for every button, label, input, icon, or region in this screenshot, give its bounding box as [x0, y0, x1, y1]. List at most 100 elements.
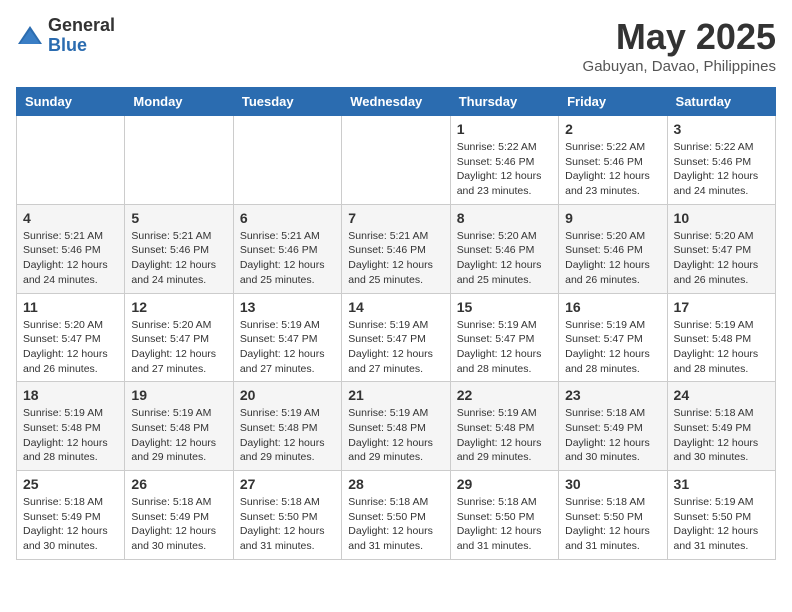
day-info: Sunrise: 5:21 AM Sunset: 5:46 PM Dayligh… [348, 229, 443, 288]
month-title: May 2025 [583, 16, 776, 58]
day-number: 2 [565, 121, 660, 137]
calendar-cell: 16Sunrise: 5:19 AM Sunset: 5:47 PM Dayli… [559, 293, 667, 382]
day-info: Sunrise: 5:21 AM Sunset: 5:46 PM Dayligh… [240, 229, 335, 288]
day-info: Sunrise: 5:19 AM Sunset: 5:47 PM Dayligh… [240, 318, 335, 377]
day-number: 3 [674, 121, 769, 137]
day-info: Sunrise: 5:18 AM Sunset: 5:50 PM Dayligh… [457, 495, 552, 554]
day-number: 9 [565, 210, 660, 226]
day-info: Sunrise: 5:21 AM Sunset: 5:46 PM Dayligh… [131, 229, 226, 288]
logo-icon [16, 22, 44, 50]
day-number: 8 [457, 210, 552, 226]
day-number: 16 [565, 299, 660, 315]
day-number: 1 [457, 121, 552, 137]
day-info: Sunrise: 5:22 AM Sunset: 5:46 PM Dayligh… [565, 140, 660, 199]
day-number: 27 [240, 476, 335, 492]
header-sunday: Sunday [17, 88, 125, 116]
day-number: 24 [674, 387, 769, 403]
calendar-cell [233, 116, 341, 205]
header-monday: Monday [125, 88, 233, 116]
calendar-cell: 22Sunrise: 5:19 AM Sunset: 5:48 PM Dayli… [450, 382, 558, 471]
calendar-cell: 4 Sunrise: 5:21 AM Sunset: 5:46 PM Daylig… [17, 204, 125, 293]
calendar-cell: 12Sunrise: 5:20 AM Sunset: 5:47 PM Dayli… [125, 293, 233, 382]
day-info: Sunrise: 5:20 AM Sunset: 5:46 PM Dayligh… [565, 229, 660, 288]
calendar-cell: 27 Sunrise: 5:18 AM Sunset: 5:50 PM Dayli… [233, 471, 341, 560]
day-info: Sunrise: 5:19 AM Sunset: 5:48 PM Dayligh… [457, 406, 552, 465]
calendar-cell: 5 Sunrise: 5:21 AM Sunset: 5:46 PM Daylig… [125, 204, 233, 293]
day-info: Sunrise: 5:20 AM Sunset: 5:47 PM Dayligh… [23, 318, 118, 377]
day-info: Sunrise: 5:21 AM Sunset: 5:46 PM Dayligh… [23, 229, 118, 288]
week-row-4: 25 Sunrise: 5:18 AM Sunset: 5:49 PM Dayli… [17, 471, 776, 560]
calendar-cell: 6 Sunrise: 5:21 AM Sunset: 5:46 PM Daylig… [233, 204, 341, 293]
calendar-cell: 23 Sunrise: 5:18 AM Sunset: 5:49 PM Dayli… [559, 382, 667, 471]
day-info: Sunrise: 5:18 AM Sunset: 5:49 PM Dayligh… [565, 406, 660, 465]
day-number: 31 [674, 476, 769, 492]
day-info: Sunrise: 5:18 AM Sunset: 5:50 PM Dayligh… [565, 495, 660, 554]
day-info: Sunrise: 5:22 AM Sunset: 5:46 PM Dayligh… [674, 140, 769, 199]
calendar-cell: 29 Sunrise: 5:18 AM Sunset: 5:50 PM Dayli… [450, 471, 558, 560]
day-number: 4 [23, 210, 118, 226]
calendar-table: SundayMondayTuesdayWednesdayThursdayFrid… [16, 87, 776, 560]
week-row-2: 11Sunrise: 5:20 AM Sunset: 5:47 PM Dayli… [17, 293, 776, 382]
page-header: General Blue May 2025 Gabuyan, Davao, Ph… [16, 16, 776, 75]
calendar-cell: 13 Sunrise: 5:19 AM Sunset: 5:47 PM Dayli… [233, 293, 341, 382]
day-number: 25 [23, 476, 118, 492]
day-number: 6 [240, 210, 335, 226]
calendar-cell: 8 Sunrise: 5:20 AM Sunset: 5:46 PM Daylig… [450, 204, 558, 293]
day-number: 14 [348, 299, 443, 315]
week-row-0: 1 Sunrise: 5:22 AM Sunset: 5:46 PM Daylig… [17, 116, 776, 205]
day-number: 13 [240, 299, 335, 315]
day-info: Sunrise: 5:18 AM Sunset: 5:50 PM Dayligh… [240, 495, 335, 554]
day-number: 28 [348, 476, 443, 492]
day-number: 12 [131, 299, 226, 315]
calendar-cell: 31 Sunrise: 5:19 AM Sunset: 5:50 PM Dayli… [667, 471, 775, 560]
week-row-3: 18 Sunrise: 5:19 AM Sunset: 5:48 PM Dayli… [17, 382, 776, 471]
header-friday: Friday [559, 88, 667, 116]
day-info: Sunrise: 5:19 AM Sunset: 5:48 PM Dayligh… [348, 406, 443, 465]
calendar-body: 1 Sunrise: 5:22 AM Sunset: 5:46 PM Daylig… [17, 116, 776, 560]
day-info: Sunrise: 5:18 AM Sunset: 5:49 PM Dayligh… [23, 495, 118, 554]
calendar-cell: 26Sunrise: 5:18 AM Sunset: 5:49 PM Dayli… [125, 471, 233, 560]
day-info: Sunrise: 5:18 AM Sunset: 5:50 PM Dayligh… [348, 495, 443, 554]
day-number: 17 [674, 299, 769, 315]
day-number: 10 [674, 210, 769, 226]
day-info: Sunrise: 5:18 AM Sunset: 5:49 PM Dayligh… [674, 406, 769, 465]
day-info: Sunrise: 5:19 AM Sunset: 5:48 PM Dayligh… [23, 406, 118, 465]
day-info: Sunrise: 5:22 AM Sunset: 5:46 PM Dayligh… [457, 140, 552, 199]
calendar-cell: 3 Sunrise: 5:22 AM Sunset: 5:46 PM Daylig… [667, 116, 775, 205]
logo-general-text: General [48, 16, 115, 36]
calendar-cell: 17 Sunrise: 5:19 AM Sunset: 5:48 PM Dayli… [667, 293, 775, 382]
day-number: 20 [240, 387, 335, 403]
calendar-cell: 2 Sunrise: 5:22 AM Sunset: 5:46 PM Daylig… [559, 116, 667, 205]
day-number: 5 [131, 210, 226, 226]
header-row: SundayMondayTuesdayWednesdayThursdayFrid… [17, 88, 776, 116]
header-saturday: Saturday [667, 88, 775, 116]
calendar-cell: 18 Sunrise: 5:19 AM Sunset: 5:48 PM Dayli… [17, 382, 125, 471]
day-number: 15 [457, 299, 552, 315]
day-info: Sunrise: 5:19 AM Sunset: 5:48 PM Dayligh… [674, 318, 769, 377]
day-number: 26 [131, 476, 226, 492]
calendar-cell: 19Sunrise: 5:19 AM Sunset: 5:48 PM Dayli… [125, 382, 233, 471]
day-number: 18 [23, 387, 118, 403]
day-info: Sunrise: 5:19 AM Sunset: 5:47 PM Dayligh… [457, 318, 552, 377]
calendar-cell: 9 Sunrise: 5:20 AM Sunset: 5:46 PM Daylig… [559, 204, 667, 293]
day-info: Sunrise: 5:20 AM Sunset: 5:47 PM Dayligh… [674, 229, 769, 288]
calendar-header: SundayMondayTuesdayWednesdayThursdayFrid… [17, 88, 776, 116]
calendar-cell: 28 Sunrise: 5:18 AM Sunset: 5:50 PM Dayli… [342, 471, 450, 560]
day-number: 23 [565, 387, 660, 403]
day-number: 21 [348, 387, 443, 403]
week-row-1: 4 Sunrise: 5:21 AM Sunset: 5:46 PM Daylig… [17, 204, 776, 293]
day-number: 30 [565, 476, 660, 492]
logo-blue-text: Blue [48, 36, 115, 56]
logo: General Blue [16, 16, 115, 56]
day-info: Sunrise: 5:20 AM Sunset: 5:46 PM Dayligh… [457, 229, 552, 288]
location-text: Gabuyan, Davao, Philippines [583, 58, 776, 75]
header-thursday: Thursday [450, 88, 558, 116]
day-number: 29 [457, 476, 552, 492]
calendar-cell: 25 Sunrise: 5:18 AM Sunset: 5:49 PM Dayli… [17, 471, 125, 560]
day-info: Sunrise: 5:19 AM Sunset: 5:48 PM Dayligh… [240, 406, 335, 465]
day-info: Sunrise: 5:19 AM Sunset: 5:50 PM Dayligh… [674, 495, 769, 554]
title-block: May 2025 Gabuyan, Davao, Philippines [583, 16, 776, 75]
calendar-cell [125, 116, 233, 205]
header-tuesday: Tuesday [233, 88, 341, 116]
calendar-cell: 15 Sunrise: 5:19 AM Sunset: 5:47 PM Dayli… [450, 293, 558, 382]
